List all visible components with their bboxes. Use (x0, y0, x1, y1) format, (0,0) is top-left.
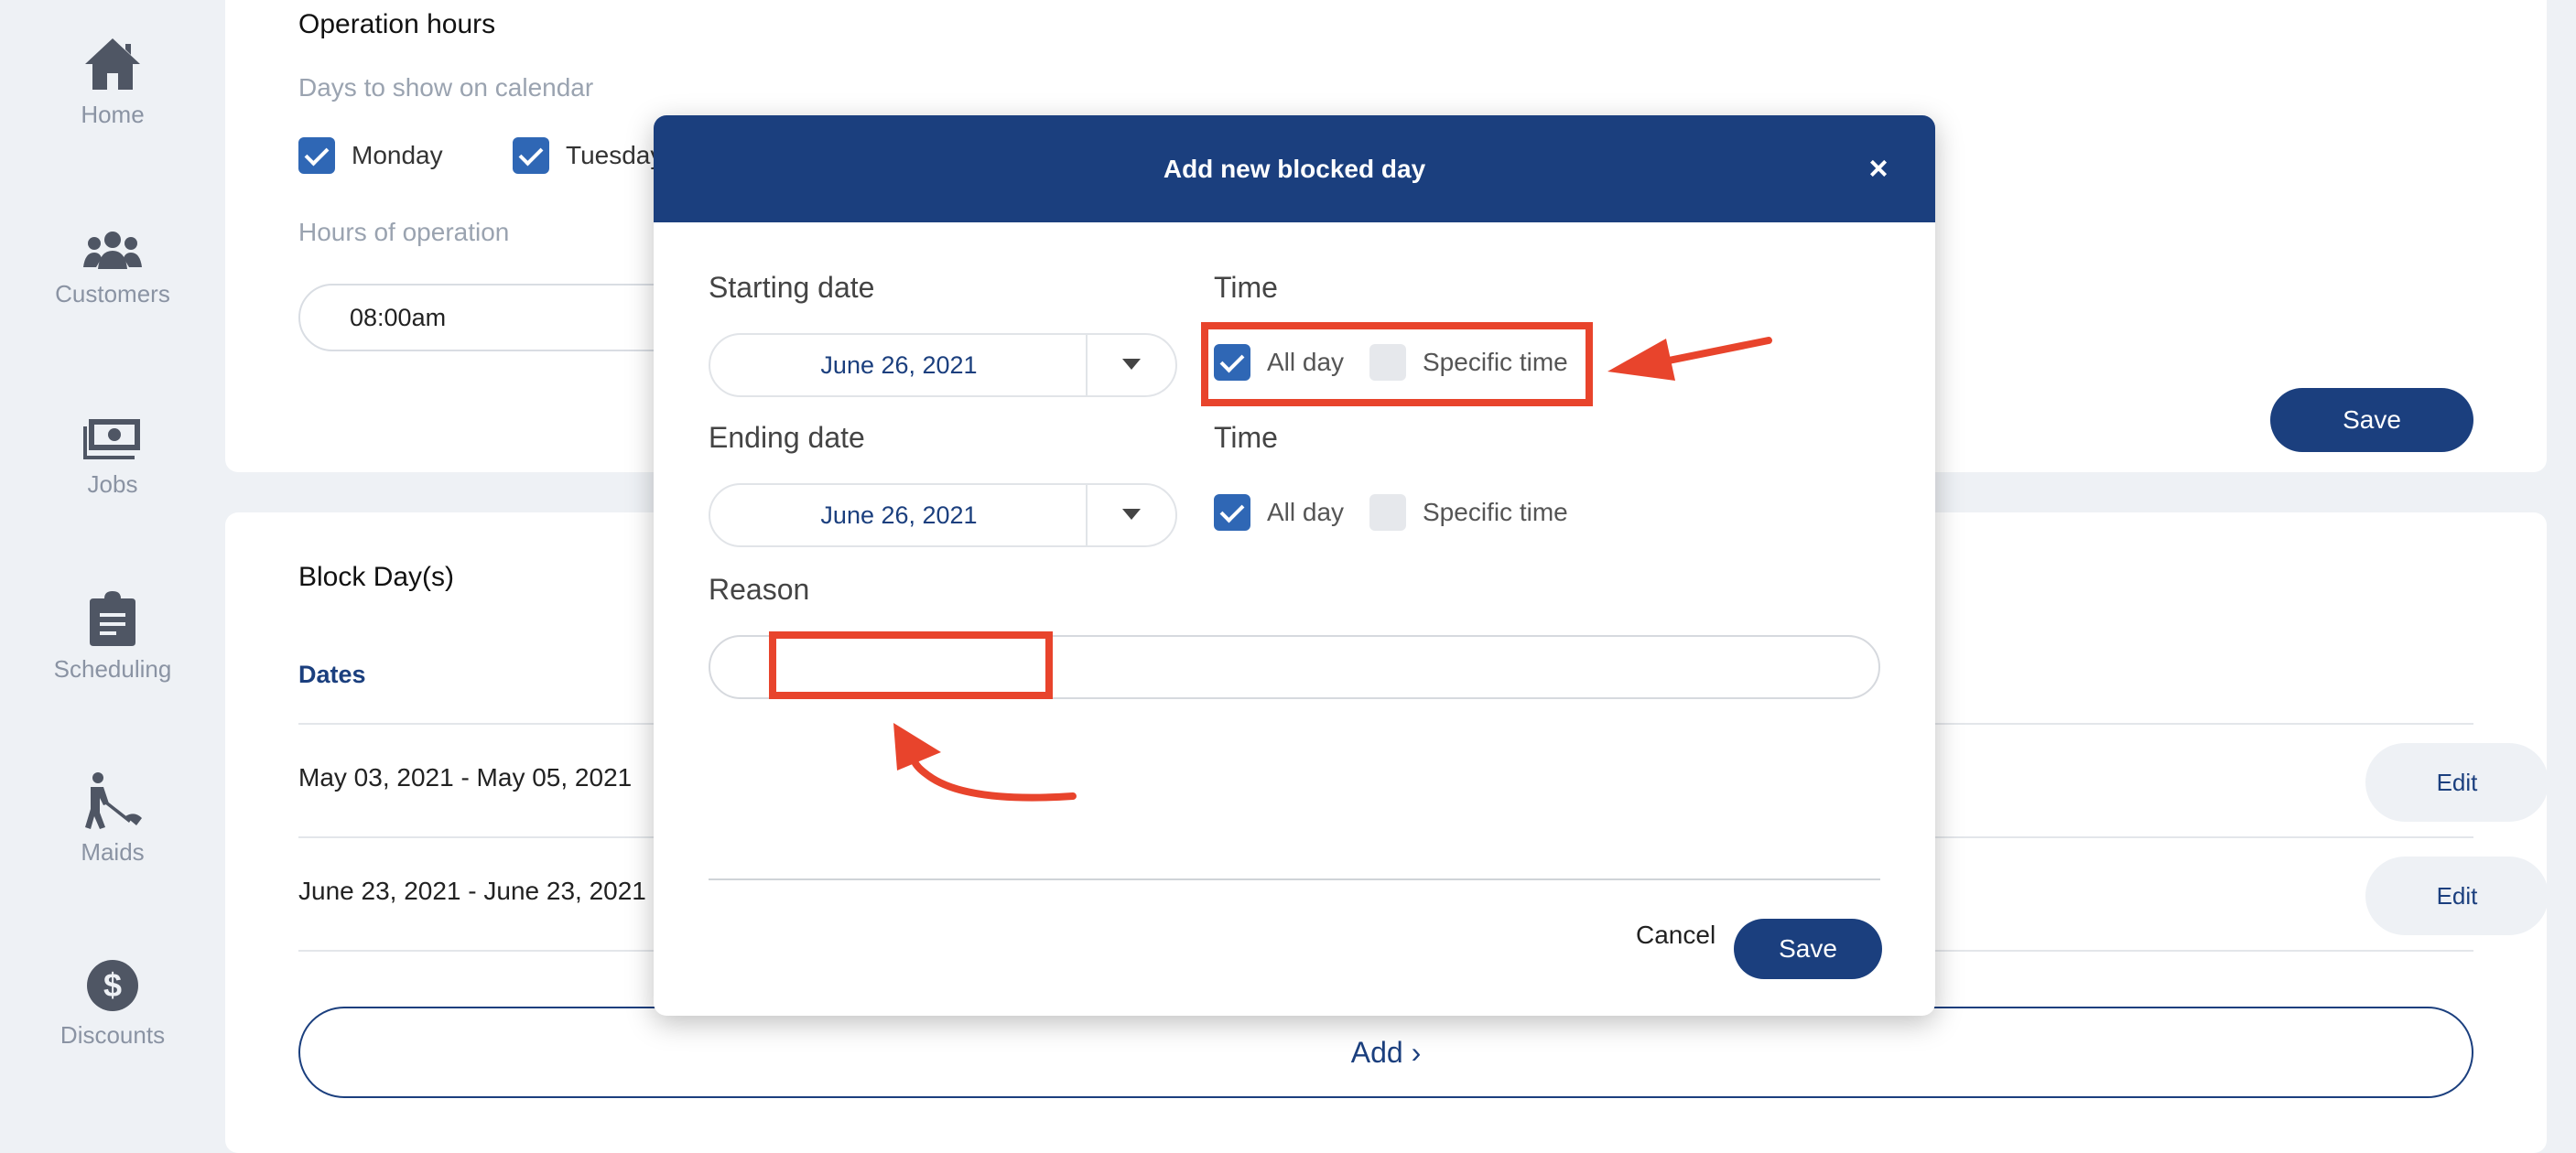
table-row-dates: May 03, 2021 - May 05, 2021 (298, 763, 633, 792)
chevron-down-icon[interactable] (1122, 509, 1141, 520)
operation-hours-title: Operation hours (298, 9, 496, 39)
svg-text:$: $ (103, 966, 122, 1004)
divider (1086, 485, 1088, 545)
sidebar-item-customers[interactable]: Customers (0, 231, 225, 308)
sidebar: Home Customers Jobs Scheduling Maids $ D… (0, 0, 225, 1115)
starting-date-label: Starting date (709, 271, 875, 304)
dates-column-header: Dates (298, 661, 366, 688)
clipboard-icon (90, 591, 135, 646)
checkbox-checked[interactable] (298, 137, 335, 174)
divider (709, 878, 1880, 880)
sidebar-item-label: Discounts (60, 1021, 166, 1049)
ending-date-label: Ending date (709, 421, 865, 454)
save-button[interactable]: Save (1734, 919, 1882, 979)
table-row-dates: June 23, 2021 - June 23, 2021 (298, 877, 646, 905)
sidebar-item-label: Jobs (87, 470, 138, 498)
chevron-down-icon[interactable] (1122, 359, 1141, 370)
hours-label: Hours of operation (298, 218, 510, 246)
divider (1086, 335, 1088, 395)
day-checkbox-tuesday[interactable]: Tuesday (513, 137, 663, 174)
sidebar-item-jobs[interactable]: Jobs (0, 410, 225, 499)
starting-date-value: June 26, 2021 (820, 351, 978, 379)
users-icon (83, 232, 142, 269)
sidebar-item-label: Customers (55, 280, 170, 307)
sidebar-item-discounts[interactable]: $ Discounts (0, 959, 225, 1050)
save-hours-button[interactable]: Save (2270, 388, 2473, 452)
sidebar-item-maids[interactable]: Maids (0, 772, 225, 867)
dollar-icon: $ (87, 960, 138, 1011)
checkbox-checked[interactable] (1214, 494, 1250, 531)
sidebar-item-label: Home (81, 101, 145, 128)
day-checkbox-monday[interactable]: Monday (298, 137, 443, 174)
sidebar-item-home[interactable]: Home (0, 37, 225, 129)
starting-date-select[interactable]: June 26, 2021 (709, 333, 1177, 397)
end-all-day-option[interactable]: All day (1214, 494, 1344, 531)
home-icon (85, 38, 140, 90)
sidebar-item-label: Maids (81, 838, 145, 866)
add-blocked-day-button[interactable]: Add › (298, 1007, 2473, 1098)
start-time-label: Time (1214, 271, 1278, 304)
reason-label: Reason (709, 573, 810, 606)
end-specific-time-option[interactable]: Specific time (1369, 494, 1568, 531)
sidebar-item-scheduling[interactable]: Scheduling (0, 591, 225, 684)
days-label: Days to show on calendar (298, 73, 594, 102)
checkbox-checked[interactable] (513, 137, 549, 174)
ending-date-value: June 26, 2021 (820, 501, 978, 529)
cleaner-icon (85, 772, 142, 829)
annotation-box-reason (769, 631, 1053, 699)
block-days-title: Block Day(s) (298, 562, 455, 592)
modal-title: Add new blocked day (654, 115, 1935, 222)
end-time-label: Time (1214, 421, 1278, 454)
edit-button[interactable]: Edit (2365, 743, 2549, 822)
checkbox-unchecked[interactable] (1369, 494, 1406, 531)
add-blocked-day-modal: Add new blocked day × Starting date June… (654, 115, 1935, 1016)
money-icon (83, 419, 140, 459)
close-icon[interactable]: × (1858, 148, 1899, 189)
annotation-box-time (1201, 322, 1593, 406)
cancel-button[interactable]: Cancel (1636, 921, 1716, 950)
edit-button[interactable]: Edit (2365, 857, 2549, 935)
sidebar-item-label: Scheduling (53, 655, 172, 683)
ending-date-select[interactable]: June 26, 2021 (709, 483, 1177, 547)
